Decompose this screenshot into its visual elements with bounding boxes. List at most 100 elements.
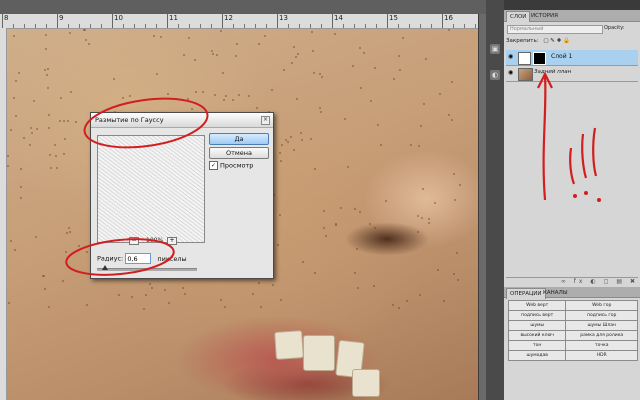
ruler-minor-tick [453, 24, 454, 28]
layer-mask-thumbnail[interactable] [533, 52, 546, 65]
tab-layers[interactable]: СЛОИ [506, 11, 531, 22]
action-cell[interactable]: тон [507, 340, 567, 351]
blur-preview[interactable] [97, 135, 205, 243]
skin-pore [319, 73, 321, 75]
eye-icon[interactable]: ◉ [508, 54, 515, 60]
action-cell[interactable]: подпись гор [565, 310, 638, 321]
document-tab-strip [0, 0, 486, 15]
preview-checkbox[interactable]: ✓ Просмотр [209, 161, 253, 170]
ruler-minor-tick [299, 24, 300, 28]
zoom-out-button[interactable]: − [129, 237, 139, 245]
layer-name: Слой 1 [551, 53, 573, 60]
skin-pore [313, 72, 315, 74]
checkbox-check-icon[interactable]: ✓ [209, 161, 218, 170]
action-cell[interactable]: точка [565, 340, 638, 351]
zoom-level: 100% [146, 237, 164, 244]
skin-pore [46, 74, 48, 76]
action-cell[interactable]: шумы Шлан [565, 320, 638, 331]
skin-pore [63, 120, 65, 122]
skin-pore [457, 279, 459, 281]
ruler-minor-tick [376, 24, 377, 28]
action-cell[interactable]: Web гор [565, 300, 638, 311]
skin-pore [374, 227, 376, 229]
action-cell[interactable]: Web верт [507, 300, 567, 311]
skin-pore [223, 99, 225, 101]
skin-pore [164, 289, 166, 291]
action-cell[interactable]: HDR [565, 350, 638, 361]
ruler-minor-tick [46, 24, 47, 28]
ruler-minor-tick [101, 24, 102, 28]
skin-pore [451, 119, 453, 121]
skin-pore [320, 111, 322, 113]
skin-pore [256, 107, 258, 109]
skin-pore [293, 46, 295, 48]
history-dock-icon[interactable]: ◐ [490, 70, 500, 80]
blend-mode-select[interactable]: Нормальный [507, 25, 603, 34]
layer-footer-icons[interactable]: ∞ fx ◐ ◻ ▤ ✖ [506, 277, 638, 287]
layer-row-1[interactable]: ◉ Слой 1 [506, 50, 638, 66]
action-cell[interactable]: подпись верт [507, 310, 567, 321]
action-row[interactable]: Web верт Web гор [507, 300, 638, 311]
radius-input[interactable] [125, 253, 152, 264]
skin-pore [15, 80, 17, 82]
layers-dock-icon[interactable]: ▣ [490, 44, 500, 54]
skin-pore [84, 29, 86, 31]
ok-button[interactable]: Да [209, 133, 269, 145]
action-cell[interactable]: высокий ключ [507, 330, 567, 341]
skin-pore [129, 95, 131, 97]
action-cell[interactable]: шумы [507, 320, 567, 331]
skin-pore [279, 214, 281, 216]
layer-row-background[interactable]: ◉ Задний план [506, 66, 638, 82]
skin-pore [214, 94, 216, 96]
skin-pore [420, 125, 422, 127]
tab-channels[interactable]: КАНАЛЫ [540, 288, 571, 298]
ruler-tick [277, 14, 278, 28]
skin-pore [323, 210, 325, 212]
ruler-tick [2, 14, 3, 28]
radius-slider[interactable] [97, 265, 197, 271]
action-cell[interactable]: рамка для ролика [565, 330, 638, 341]
skin-pore [300, 132, 302, 134]
action-row[interactable]: шумодав HDR [507, 350, 638, 361]
skin-pore [369, 223, 371, 225]
zoom-in-button[interactable]: + [167, 237, 177, 245]
skin-pore [8, 302, 10, 304]
ruler-minor-tick [310, 24, 311, 28]
skin-pore [153, 35, 155, 37]
tab-history[interactable]: ИСТОРИЯ [528, 11, 561, 21]
ruler-minor-tick [211, 24, 212, 28]
skin-pore [212, 53, 214, 55]
lock-row: Закрепить: ▢ ✎ ✚ 🔒 [506, 38, 638, 48]
skin-pore [36, 128, 38, 130]
skin-pore [419, 294, 421, 296]
radius-label: Радиус: [97, 254, 124, 263]
close-icon[interactable]: × [261, 116, 270, 125]
skin-pore [224, 306, 226, 308]
slider-thumb[interactable] [102, 265, 108, 270]
cancel-button[interactable]: Отмена [209, 147, 269, 159]
ruler-minor-tick [24, 24, 25, 28]
skin-pore [354, 272, 356, 274]
ruler-minor-tick [79, 24, 80, 28]
skin-pore [50, 167, 52, 169]
skin-pore [42, 275, 44, 277]
action-row[interactable]: тон точка [507, 340, 638, 351]
action-cell[interactable]: шумодав [507, 350, 567, 361]
skin-pore [149, 283, 151, 285]
ruler-tick [112, 14, 113, 28]
actions-tabs: ОПЕРАЦИИ КАНАЛЫ [504, 287, 640, 299]
panel-header [504, 0, 640, 10]
action-row[interactable]: шумы шумы Шлан [507, 320, 638, 331]
skin-pore [187, 98, 189, 100]
skin-pore [398, 55, 400, 57]
skin-pore [258, 282, 260, 284]
eye-icon[interactable]: ◉ [508, 70, 515, 76]
skin-pore [352, 65, 354, 67]
skin-pore [293, 149, 295, 151]
skin-pore [60, 97, 62, 99]
skin-pore [216, 54, 218, 56]
lock-icons[interactable]: ▢ ✎ ✚ 🔒 [543, 38, 570, 44]
action-row[interactable]: высокий ключ рамка для ролика [507, 330, 638, 341]
skin-pore [44, 69, 46, 71]
action-row[interactable]: подпись верт подпись гор [507, 310, 638, 321]
